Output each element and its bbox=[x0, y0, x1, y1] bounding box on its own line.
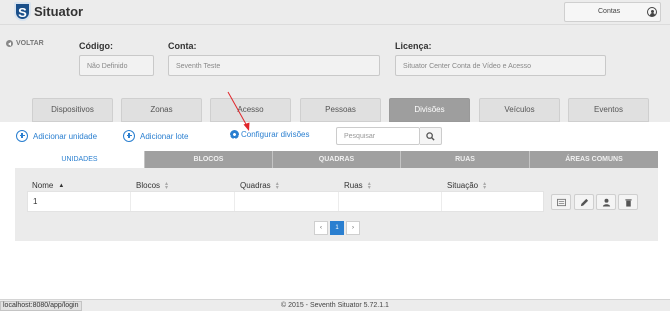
licenca-label: Licença: bbox=[395, 41, 432, 51]
app-logo[interactable]: S Situator bbox=[14, 2, 83, 21]
subtab-quadras[interactable]: QUADRAS bbox=[273, 151, 401, 168]
cell-divider bbox=[234, 192, 235, 211]
tab-zonas[interactable]: Zonas bbox=[121, 98, 202, 122]
column-header-label: Nome bbox=[32, 181, 54, 190]
codigo-field: Não Definido bbox=[79, 55, 154, 76]
app-name: Situator bbox=[34, 4, 84, 19]
subtab-areas-comuns[interactable]: ÁREAS COMUNS bbox=[530, 151, 658, 168]
column-header-label: Quadras bbox=[240, 181, 271, 190]
list-icon bbox=[557, 198, 566, 207]
conta-field: Seventh Teste bbox=[168, 55, 380, 76]
tab-pessoas[interactable]: Pessoas bbox=[300, 98, 381, 122]
add-batch-button[interactable]: Adicionar lote bbox=[123, 130, 188, 142]
page-1-button[interactable]: 1 bbox=[330, 221, 344, 235]
prev-page-button[interactable]: ‹ bbox=[314, 221, 328, 235]
sort-asc-icon: ▲ bbox=[58, 182, 65, 189]
cell-divider bbox=[130, 192, 131, 211]
sort-icon: ▴ ▾ bbox=[165, 180, 169, 191]
edit-button[interactable] bbox=[574, 194, 594, 210]
plus-circle-icon bbox=[123, 130, 135, 142]
column-header-nome[interactable]: Nome ▲ bbox=[32, 181, 64, 190]
cell-divider bbox=[441, 192, 442, 211]
subtab-ruas[interactable]: RUAS bbox=[401, 151, 530, 168]
delete-button[interactable] bbox=[618, 194, 638, 210]
division-subtabs: UNIDADES BLOCOS QUADRAS RUAS ÁREAS COMUN… bbox=[15, 151, 658, 168]
accounts-button[interactable]: Contas bbox=[564, 2, 661, 22]
search-button[interactable] bbox=[420, 127, 442, 145]
licenca-field: Situator Center Conta de Vídeo e Acesso bbox=[395, 55, 606, 76]
column-header-ruas[interactable]: Ruas ▴ ▾ bbox=[344, 180, 371, 191]
tab-divisoes[interactable]: Divisões bbox=[389, 98, 470, 122]
add-unit-button[interactable]: Adicionar unidade bbox=[16, 130, 97, 142]
table-row[interactable]: 1 bbox=[27, 191, 544, 212]
tab-eventos[interactable]: Eventos bbox=[568, 98, 649, 122]
search-icon bbox=[426, 132, 435, 141]
column-header-label: Blocos bbox=[136, 181, 161, 190]
add-unit-label: Adicionar unidade bbox=[33, 131, 98, 141]
tab-veiculos[interactable]: Veículos bbox=[479, 98, 560, 122]
column-header-label: Situação bbox=[447, 181, 479, 190]
column-header-blocos[interactable]: Blocos ▴ ▾ bbox=[136, 180, 169, 191]
subtab-unidades[interactable]: UNIDADES bbox=[15, 151, 145, 168]
footer-text: © 2015 - Seventh Situator 5.72.1.1 bbox=[281, 302, 389, 309]
back-label: VOLTAR bbox=[16, 40, 44, 47]
annotation-arrow-icon bbox=[227, 91, 250, 131]
plus-circle-icon bbox=[16, 130, 28, 142]
tab-dispositivos[interactable]: Dispositivos bbox=[32, 98, 113, 122]
details-button[interactable] bbox=[551, 194, 571, 210]
shield-logo-icon: S bbox=[14, 2, 31, 21]
top-bar: S Situator Contas bbox=[0, 0, 670, 25]
back-circle-icon bbox=[6, 40, 13, 47]
footer: © 2015 - Seventh Situator 5.72.1.1 bbox=[0, 299, 670, 311]
subtab-blocos[interactable]: BLOCOS bbox=[145, 151, 273, 168]
cell-nome: 1 bbox=[33, 197, 38, 206]
person-icon bbox=[602, 198, 611, 207]
user-circle-icon bbox=[647, 7, 657, 17]
people-button[interactable] bbox=[596, 194, 616, 210]
next-page-button[interactable]: › bbox=[346, 221, 360, 235]
edit-pencil-icon bbox=[580, 198, 589, 207]
column-header-situacao[interactable]: Situação ▴ ▾ bbox=[447, 180, 487, 191]
cell-divider bbox=[338, 192, 339, 211]
trash-icon bbox=[625, 199, 632, 207]
add-batch-label: Adicionar lote bbox=[140, 131, 189, 141]
codigo-label: Código: bbox=[79, 41, 113, 51]
status-url: localhost:8080/app/login bbox=[0, 301, 82, 311]
back-link[interactable]: VOLTAR bbox=[6, 40, 44, 47]
column-header-quadras[interactable]: Quadras ▴ ▾ bbox=[240, 180, 279, 191]
sort-icon: ▴ ▾ bbox=[275, 180, 279, 191]
column-header-label: Ruas bbox=[344, 181, 363, 190]
accounts-label: Contas bbox=[598, 8, 621, 15]
sort-icon: ▴ ▾ bbox=[483, 180, 487, 191]
sort-icon: ▴ ▾ bbox=[367, 180, 371, 191]
conta-label: Conta: bbox=[168, 41, 197, 51]
search-input[interactable] bbox=[336, 127, 420, 145]
